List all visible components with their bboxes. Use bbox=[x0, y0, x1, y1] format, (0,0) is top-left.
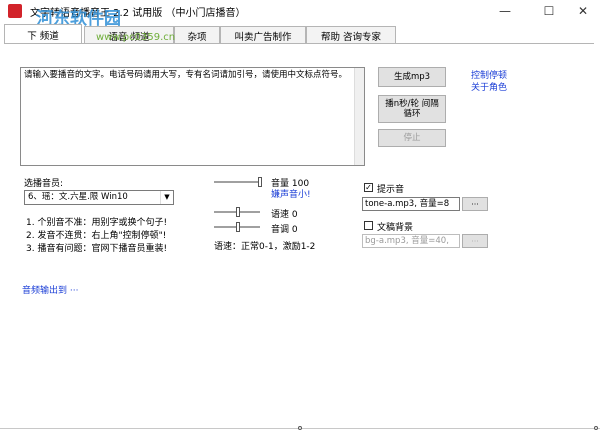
prompt-sound-label: 提示音 bbox=[377, 185, 405, 195]
speech-text-input[interactable]: 请输入要播音的文字。电话号码请用大写，专有名词请加引号，请使用中文标点符号。 bbox=[20, 67, 365, 166]
pitch-label: 音调 0 bbox=[271, 225, 298, 235]
minimize-button[interactable]: — bbox=[488, 0, 522, 22]
speed-note: 语速：正常0-1，激励1-2 bbox=[214, 242, 316, 252]
loop-play-button[interactable]: 播n秒/轮 间隔循环 bbox=[378, 95, 446, 123]
voice-select[interactable]: 6、瑶：文.六星.限 Win10 ▼ bbox=[24, 190, 174, 205]
pitch-slider[interactable] bbox=[214, 222, 264, 232]
main-window: 文字转语音播音王 2.2 试用版 （中小门店播音） 河东软件园 — ☐ ✕ 下 … bbox=[0, 0, 600, 433]
resize-handle-corner[interactable] bbox=[594, 426, 598, 430]
volume-slider-thumb[interactable] bbox=[258, 177, 262, 187]
background-field[interactable]: bg-a.mp3, 音量=40, bbox=[362, 234, 460, 248]
text-scrollbar[interactable] bbox=[354, 68, 364, 165]
pitch-slider-thumb[interactable] bbox=[236, 222, 240, 232]
tab-panel-border bbox=[4, 43, 594, 44]
resize-handle[interactable] bbox=[298, 426, 302, 430]
stop-button[interactable]: 停止 bbox=[378, 129, 446, 147]
tip-1: 1. 个别音不准：用别字或换个句子! bbox=[26, 218, 168, 228]
speed-label: 语速 0 bbox=[271, 210, 298, 220]
tab-ad-maker[interactable]: 叫卖广告制作 bbox=[220, 26, 306, 44]
tab-bar: 下 频道 语音 频道 杂项 叫卖广告制作 帮助 咨询专家 bbox=[4, 24, 404, 44]
tab-help[interactable]: 帮助 咨询专家 bbox=[306, 26, 396, 44]
speed-slider-thumb[interactable] bbox=[236, 207, 240, 217]
voice-select-value: 6、瑶：文.六星.限 Win10 bbox=[28, 192, 128, 202]
tab-misc[interactable]: 杂项 bbox=[174, 26, 220, 44]
volume-slider[interactable] bbox=[214, 177, 264, 187]
tip-3: 3. 播音有问题：官网下播音员重装! bbox=[26, 244, 168, 254]
tip-2: 2. 发音不连贯：右上角"控制停顿"! bbox=[26, 231, 167, 241]
prompt-sound-browse-button[interactable]: ··· bbox=[462, 197, 488, 211]
generate-mp3-button[interactable]: 生成mp3 bbox=[378, 67, 446, 87]
tab-channel[interactable]: 下 频道 bbox=[4, 24, 82, 44]
maximize-button[interactable]: ☐ bbox=[532, 0, 566, 22]
prompt-sound-field[interactable]: tone-a.mp3, 音量=8 bbox=[362, 197, 460, 211]
audio-output-link[interactable]: 音频输出到 ··· bbox=[22, 283, 78, 296]
about-role-link[interactable]: 关于角色 bbox=[471, 80, 507, 93]
close-button[interactable]: ✕ bbox=[566, 0, 600, 22]
title-bar: 文字转语音播音王 2.2 试用版 （中小门店播音） 河东软件园 — ☐ ✕ bbox=[0, 0, 600, 29]
background-label: 文稿背景 bbox=[377, 223, 414, 233]
voice-select-label: 选播音员: bbox=[24, 179, 64, 189]
background-checkbox[interactable] bbox=[364, 221, 373, 230]
prompt-sound-checkbox[interactable]: ✓ bbox=[364, 183, 373, 192]
watermark-url: www.pc0359.cn bbox=[96, 32, 176, 43]
background-browse-button[interactable]: ··· bbox=[462, 234, 488, 248]
volume-hint-link[interactable]: 嫌声音小! bbox=[271, 187, 311, 200]
app-logo-icon bbox=[8, 4, 22, 18]
speed-slider[interactable] bbox=[214, 207, 264, 217]
chevron-down-icon[interactable]: ▼ bbox=[160, 191, 173, 204]
